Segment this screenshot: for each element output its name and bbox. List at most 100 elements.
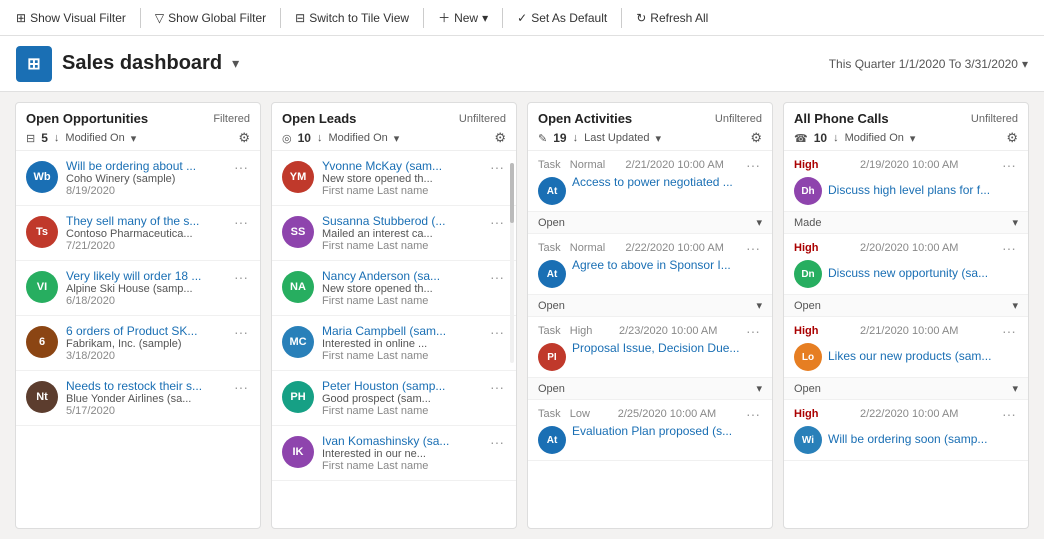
show-visual-filter-button[interactable]: ⊞ Show Visual Filter [8,7,134,29]
expand-icon[interactable]: ▾ [756,299,762,312]
sort-dropdown-icon[interactable]: ▾ [656,132,662,145]
show-global-filter-button[interactable]: ▽ Show Global Filter [147,7,274,29]
card-meta: First name Last name [322,185,480,197]
phone-card-4[interactable]: High 2/22/2020 10:00 AM ··· Wi Will be o… [784,400,1028,461]
avatar: IK [282,436,314,468]
sort-arrow-icon[interactable]: ↓ [833,132,839,144]
card-more-button[interactable]: ··· [488,269,506,285]
phone-body: Wi Will be ordering soon (samp... [794,424,1018,454]
card-more-button[interactable]: ··· [232,159,250,175]
phone-group-2: High 2/20/2020 10:00 AM ··· Dn Discuss n… [784,234,1028,317]
card-more-button[interactable]: ··· [488,159,506,175]
activity-card-1[interactable]: Task Normal 2/21/2020 10:00 AM ··· At Ac… [528,151,772,212]
sort-dropdown-icon[interactable]: ▾ [131,132,137,145]
card-more-button[interactable]: ··· [488,434,506,450]
date-range: This Quarter 1/1/2020 To 3/31/2020 ▾ [829,57,1028,71]
activity-group-3: Task High 2/23/2020 10:00 AM ··· PI Prop… [528,317,772,400]
card-more-button[interactable]: ··· [232,214,250,230]
scrollbar-thumb[interactable] [510,163,514,223]
card-more-button[interactable]: ··· [232,269,250,285]
card-more-button[interactable]: ··· [1000,406,1018,422]
card-more-button[interactable]: ··· [232,379,250,395]
opp-card-1[interactable]: Wb Will be ordering about ... Coho Winer… [16,151,260,206]
card-more-button[interactable]: ··· [744,406,762,422]
activity-header: Task Low 2/25/2020 10:00 AM ··· [538,406,762,422]
separator-1 [140,8,141,28]
sort-arrow-icon[interactable]: ↓ [317,132,323,144]
col-title-row: Open Activities Unfiltered [538,111,762,126]
phone-card-1[interactable]: High 2/19/2020 10:00 AM ··· Dh Discuss h… [784,151,1028,212]
phone-card-2[interactable]: High 2/20/2020 10:00 AM ··· Dn Discuss n… [784,234,1028,295]
open-opportunities-body: Wb Will be ordering about ... Coho Winer… [16,151,260,528]
col-filter-icon[interactable]: ⚙ [750,130,762,146]
card-more-button[interactable]: ··· [232,324,250,340]
activity-group-1: Task Normal 2/21/2020 10:00 AM ··· At Ac… [528,151,772,234]
opp-card-4[interactable]: 6 6 orders of Product SK... Fabrikam, In… [16,316,260,371]
lead-card-2[interactable]: SS Susanna Stubberod (... Mailed an inte… [272,206,516,261]
col-sort-label[interactable]: Modified On [65,132,124,144]
main-content: Open Opportunities Filtered ⊟ 5 ↓ Modifi… [0,92,1044,539]
avatar: 6 [26,326,58,358]
set-as-default-button[interactable]: ✓ Set As Default [509,7,615,29]
opp-card-3[interactable]: VI Very likely will order 18 ... Alpine … [16,261,260,316]
tile-view-icon: ⊟ [295,11,305,25]
phone-header: High 2/21/2020 10:00 AM ··· [794,323,1018,339]
activity-type: Task Low [538,408,590,420]
sort-dropdown-icon[interactable]: ▾ [910,132,916,145]
col-sort-label[interactable]: Modified On [845,132,904,144]
col-filter-icon[interactable]: ⚙ [238,130,250,146]
col-sort-label[interactable]: Last Updated [584,132,649,144]
new-button[interactable]: ＋ New ▾ [430,5,496,30]
card-sub: Good prospect (sam... [322,393,480,405]
expand-icon[interactable]: ▾ [756,382,762,395]
lead-card-1[interactable]: YM Yvonne McKay (sam... New store opened… [272,151,516,206]
title-dropdown-icon[interactable]: ▾ [232,55,239,72]
expand-icon[interactable]: ▾ [756,216,762,229]
activity-footer-3: Open ▾ [528,378,772,400]
activity-card-4[interactable]: Task Low 2/25/2020 10:00 AM ··· At Evalu… [528,400,772,461]
lead-card-3[interactable]: NA Nancy Anderson (sa... New store opene… [272,261,516,316]
open-activities-body: Task Normal 2/21/2020 10:00 AM ··· At Ac… [528,151,772,528]
col-filter-icon[interactable]: ⚙ [494,130,506,146]
avatar: PI [538,343,566,371]
priority-label: High [794,242,818,254]
lead-card-5[interactable]: PH Peter Houston (samp... Good prospect … [272,371,516,426]
avatar: Dh [794,177,822,205]
avatar: Dn [794,260,822,288]
card-more-button[interactable]: ··· [1000,240,1018,256]
opp-card-5[interactable]: Nt Needs to restock their s... Blue Yond… [16,371,260,426]
sort-arrow-icon[interactable]: ↓ [54,132,60,144]
card-more-button[interactable]: ··· [744,240,762,256]
card-more-button[interactable]: ··· [744,157,762,173]
card-content: Ivan Komashinsky (sa... Interested in ou… [322,434,480,472]
card-more-button[interactable]: ··· [488,379,506,395]
opp-card-2[interactable]: Ts They sell many of the s... Contoso Ph… [16,206,260,261]
phone-title: Discuss new opportunity (sa... [828,266,1018,280]
sort-arrow-icon[interactable]: ↓ [573,132,579,144]
lead-card-6[interactable]: IK Ivan Komashinsky (sa... Interested in… [272,426,516,481]
expand-icon[interactable]: ▾ [1012,299,1018,312]
phone-group-4: High 2/22/2020 10:00 AM ··· Wi Will be o… [784,400,1028,461]
card-meta: First name Last name [322,350,480,362]
lead-card-4[interactable]: MC Maria Campbell (sam... Interested in … [272,316,516,371]
refresh-all-button[interactable]: ↻ Refresh All [628,7,716,29]
card-more-button[interactable]: ··· [744,323,762,339]
card-more-button[interactable]: ··· [1000,157,1018,173]
activity-card-2[interactable]: Task Normal 2/22/2020 10:00 AM ··· At Ag… [528,234,772,295]
activity-footer-1: Open ▾ [528,212,772,234]
expand-icon[interactable]: ▾ [1012,216,1018,229]
open-opportunities-header: Open Opportunities Filtered ⊟ 5 ↓ Modifi… [16,103,260,151]
card-more-button[interactable]: ··· [1000,323,1018,339]
card-title: Will be ordering about ... [66,159,224,173]
col-filter-icon[interactable]: ⚙ [1006,130,1018,146]
activity-card-3[interactable]: Task High 2/23/2020 10:00 AM ··· PI Prop… [528,317,772,378]
col-sort-label[interactable]: Modified On [328,132,387,144]
sort-dropdown-icon[interactable]: ▾ [394,132,400,145]
date-range-dropdown-icon[interactable]: ▾ [1022,57,1028,71]
card-more-button[interactable]: ··· [488,214,506,230]
activity-title: Evaluation Plan proposed (s... [572,424,762,438]
expand-icon[interactable]: ▾ [1012,382,1018,395]
switch-tile-view-button[interactable]: ⊟ Switch to Tile View [287,7,417,29]
phone-card-3[interactable]: High 2/21/2020 10:00 AM ··· Lo Likes our… [784,317,1028,378]
card-more-button[interactable]: ··· [488,324,506,340]
